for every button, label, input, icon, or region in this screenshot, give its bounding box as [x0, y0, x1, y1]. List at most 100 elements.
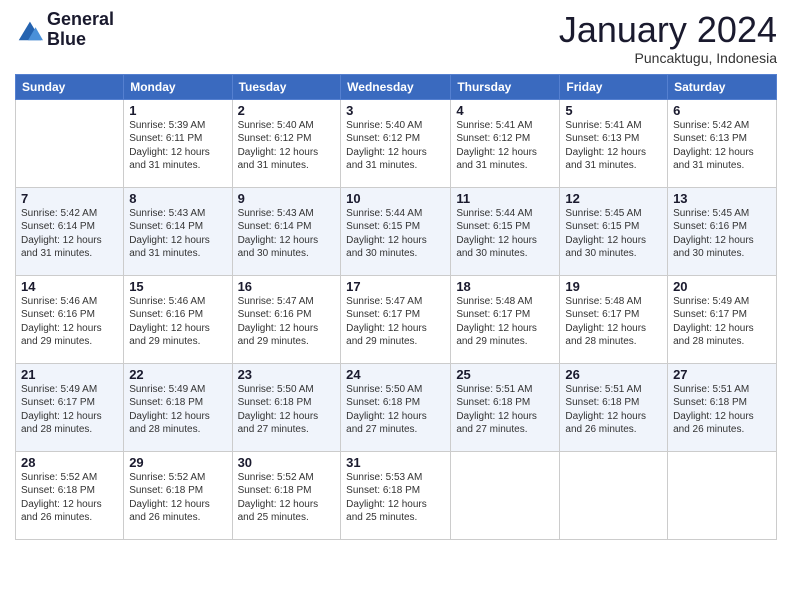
day-number: 15	[129, 279, 226, 294]
table-row: 16Sunrise: 5:47 AMSunset: 6:16 PMDayligh…	[232, 275, 341, 363]
logo-icon	[15, 16, 43, 44]
title-block: January 2024 Puncaktugu, Indonesia	[559, 10, 777, 66]
calendar-week-row: 21Sunrise: 5:49 AMSunset: 6:17 PMDayligh…	[16, 363, 777, 451]
sunset-text: Sunset: 6:17 PM	[673, 309, 747, 320]
day-number: 22	[129, 367, 226, 382]
sunset-text: Sunset: 6:16 PM	[129, 309, 203, 320]
day-number: 21	[21, 367, 118, 382]
sunrise-text: Sunrise: 5:40 AM	[346, 120, 422, 131]
sunrise-text: Sunrise: 5:45 AM	[565, 208, 641, 219]
table-row	[668, 451, 777, 539]
daylight-text: Daylight: 12 hours and 30 minutes.	[346, 235, 427, 260]
daylight-text: Daylight: 12 hours and 25 minutes.	[238, 499, 319, 524]
sunrise-text: Sunrise: 5:51 AM	[673, 384, 749, 395]
day-info: Sunrise: 5:40 AMSunset: 6:12 PMDaylight:…	[346, 119, 445, 173]
daylight-text: Daylight: 12 hours and 26 minutes.	[21, 499, 102, 524]
col-thursday: Thursday	[451, 74, 560, 99]
day-number: 7	[21, 191, 118, 206]
sunset-text: Sunset: 6:12 PM	[456, 133, 530, 144]
col-saturday: Saturday	[668, 74, 777, 99]
sunrise-text: Sunrise: 5:53 AM	[346, 472, 422, 483]
day-number: 26	[565, 367, 662, 382]
daylight-text: Daylight: 12 hours and 31 minutes.	[238, 147, 319, 172]
daylight-text: Daylight: 12 hours and 31 minutes.	[673, 147, 754, 172]
daylight-text: Daylight: 12 hours and 31 minutes.	[21, 235, 102, 260]
daylight-text: Daylight: 12 hours and 31 minutes.	[565, 147, 646, 172]
day-info: Sunrise: 5:51 AMSunset: 6:18 PMDaylight:…	[565, 383, 662, 437]
day-number: 5	[565, 103, 662, 118]
day-number: 4	[456, 103, 554, 118]
sunset-text: Sunset: 6:11 PM	[129, 133, 202, 144]
sunrise-text: Sunrise: 5:47 AM	[238, 296, 314, 307]
daylight-text: Daylight: 12 hours and 28 minutes.	[21, 411, 102, 436]
table-row: 31Sunrise: 5:53 AMSunset: 6:18 PMDayligh…	[341, 451, 451, 539]
sunset-text: Sunset: 6:18 PM	[346, 397, 420, 408]
sunrise-text: Sunrise: 5:48 AM	[565, 296, 641, 307]
table-row	[560, 451, 668, 539]
daylight-text: Daylight: 12 hours and 26 minutes.	[129, 499, 210, 524]
sunrise-text: Sunrise: 5:47 AM	[346, 296, 422, 307]
sunset-text: Sunset: 6:18 PM	[346, 485, 420, 496]
table-row: 11Sunrise: 5:44 AMSunset: 6:15 PMDayligh…	[451, 187, 560, 275]
calendar-week-row: 1Sunrise: 5:39 AMSunset: 6:11 PMDaylight…	[16, 99, 777, 187]
daylight-text: Daylight: 12 hours and 30 minutes.	[673, 235, 754, 260]
table-row: 30Sunrise: 5:52 AMSunset: 6:18 PMDayligh…	[232, 451, 341, 539]
table-row: 29Sunrise: 5:52 AMSunset: 6:18 PMDayligh…	[124, 451, 232, 539]
sunset-text: Sunset: 6:14 PM	[238, 221, 312, 232]
table-row: 27Sunrise: 5:51 AMSunset: 6:18 PMDayligh…	[668, 363, 777, 451]
sunrise-text: Sunrise: 5:41 AM	[456, 120, 532, 131]
daylight-text: Daylight: 12 hours and 29 minutes.	[21, 323, 102, 348]
table-row: 7Sunrise: 5:42 AMSunset: 6:14 PMDaylight…	[16, 187, 124, 275]
calendar-week-row: 7 Sunrise: 5:42 AM Sunset: 6:14 PM Daylight…	[16, 187, 777, 275]
col-sunday: Sunday	[16, 74, 124, 99]
daylight-text: Daylight: 12 hours and 29 minutes.	[129, 323, 210, 348]
sunset-text: Sunset: 6:17 PM	[21, 397, 95, 408]
day-number: 16	[238, 279, 336, 294]
day-number: 9	[238, 191, 336, 206]
daylight-text: Daylight: 12 hours and 27 minutes.	[456, 411, 537, 436]
day-info: Sunrise: 5:45 AMSunset: 6:15 PMDaylight:…	[565, 207, 662, 261]
table-row: 23Sunrise: 5:50 AMSunset: 6:18 PMDayligh…	[232, 363, 341, 451]
day-number: 1	[129, 103, 226, 118]
daylight-text: Daylight: 12 hours and 31 minutes.	[129, 147, 210, 172]
table-row: 9Sunrise: 5:43 AMSunset: 6:14 PMDaylight…	[232, 187, 341, 275]
sunrise-text: Sunrise: 5:42 AM	[21, 208, 97, 219]
day-info: Sunrise: 5:49 AMSunset: 6:17 PMDaylight:…	[21, 383, 118, 437]
day-number: 10	[346, 191, 445, 206]
day-info: Sunrise: 5:39 AMSunset: 6:11 PMDaylight:…	[129, 119, 226, 173]
sunset-text: Sunset: 6:18 PM	[673, 397, 747, 408]
daylight-text: Daylight: 12 hours and 30 minutes.	[456, 235, 537, 260]
day-info: Sunrise: 5:44 AMSunset: 6:15 PMDaylight:…	[456, 207, 554, 261]
table-row: 6Sunrise: 5:42 AMSunset: 6:13 PMDaylight…	[668, 99, 777, 187]
sunrise-text: Sunrise: 5:50 AM	[238, 384, 314, 395]
day-info: Sunrise: 5:51 AMSunset: 6:18 PMDaylight:…	[456, 383, 554, 437]
daylight-text: Daylight: 12 hours and 30 minutes.	[565, 235, 646, 260]
day-number: 24	[346, 367, 445, 382]
col-tuesday: Tuesday	[232, 74, 341, 99]
header-row: Sunday Monday Tuesday Wednesday Thursday…	[16, 74, 777, 99]
sunset-text: Sunset: 6:17 PM	[346, 309, 420, 320]
table-row	[451, 451, 560, 539]
day-info: Sunrise: 5:51 AMSunset: 6:18 PMDaylight:…	[673, 383, 771, 437]
sunrise-text: Sunrise: 5:49 AM	[673, 296, 749, 307]
col-wednesday: Wednesday	[341, 74, 451, 99]
sunset-text: Sunset: 6:18 PM	[456, 397, 530, 408]
day-number: 25	[456, 367, 554, 382]
sunrise-text: Sunrise: 5:52 AM	[129, 472, 205, 483]
sunrise-text: Sunrise: 5:44 AM	[346, 208, 422, 219]
day-info: Sunrise: 5:50 AMSunset: 6:18 PMDaylight:…	[238, 383, 336, 437]
day-info: Sunrise: 5:50 AMSunset: 6:18 PMDaylight:…	[346, 383, 445, 437]
sunset-text: Sunset: 6:17 PM	[456, 309, 530, 320]
sunset-text: Sunset: 6:18 PM	[129, 397, 203, 408]
sunset-text: Sunset: 6:18 PM	[565, 397, 639, 408]
sunrise-text: Sunrise: 5:41 AM	[565, 120, 641, 131]
table-row: 18Sunrise: 5:48 AMSunset: 6:17 PMDayligh…	[451, 275, 560, 363]
sunset-text: Sunset: 6:15 PM	[456, 221, 530, 232]
sunrise-text: Sunrise: 5:52 AM	[238, 472, 314, 483]
sunset-text: Sunset: 6:12 PM	[238, 133, 312, 144]
sunrise-text: Sunrise: 5:51 AM	[565, 384, 641, 395]
sunset-text: Sunset: 6:18 PM	[238, 485, 312, 496]
day-info: Sunrise: 5:49 AMSunset: 6:18 PMDaylight:…	[129, 383, 226, 437]
day-number: 18	[456, 279, 554, 294]
sunset-text: Sunset: 6:13 PM	[565, 133, 639, 144]
